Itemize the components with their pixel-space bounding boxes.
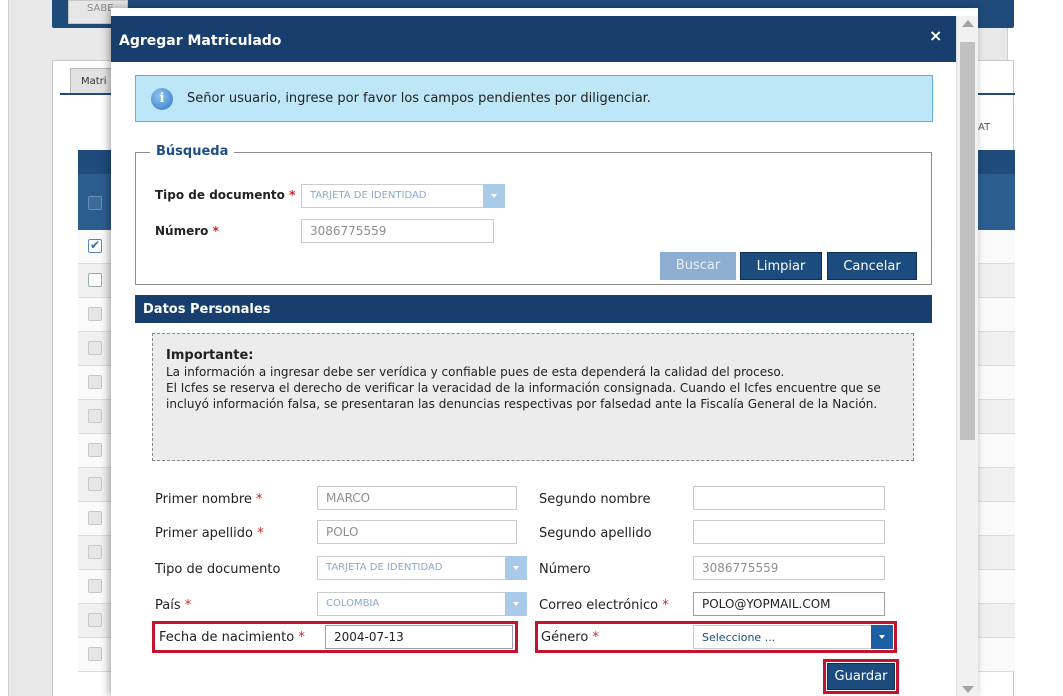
row-checkbox[interactable] bbox=[88, 341, 102, 355]
row-checkbox[interactable] bbox=[88, 375, 102, 389]
country-label: País * bbox=[155, 598, 191, 613]
first-name-input[interactable]: MARCO bbox=[317, 486, 517, 510]
required-mark: * bbox=[256, 492, 263, 507]
row-checkbox[interactable] bbox=[88, 545, 102, 559]
gender-label: Género * bbox=[541, 630, 599, 645]
required-mark: * bbox=[298, 630, 305, 645]
gender-value: Seleccione ... bbox=[702, 631, 776, 644]
row-checkbox[interactable] bbox=[88, 647, 102, 661]
email-input[interactable]: POLO@YOPMAIL.COM bbox=[693, 592, 885, 616]
info-icon: i bbox=[151, 88, 173, 110]
notice-line-2: El Icfes se reserva el derecho de verifi… bbox=[166, 381, 881, 411]
modal-title: Agregar Matriculado bbox=[119, 33, 282, 49]
background-side-text: AT bbox=[978, 122, 991, 133]
personal-data-header: Datos Personales bbox=[135, 295, 932, 323]
chevron-down-icon[interactable] bbox=[505, 592, 527, 616]
clear-button[interactable]: Limpiar bbox=[740, 252, 822, 280]
search-doc-type-select[interactable]: TARJETA DE IDENTIDAD bbox=[301, 184, 505, 208]
notice-line-1: La información a ingresar debe ser veríd… bbox=[166, 365, 785, 379]
search-number-label-text: Número bbox=[155, 224, 209, 238]
info-banner-text: Señor usuario, ingrese por favor los cam… bbox=[187, 91, 651, 106]
doc-type-value: TARJETA DE IDENTIDAD bbox=[326, 562, 443, 573]
row-checkbox[interactable] bbox=[88, 477, 102, 491]
birth-date-label: Fecha de nacimiento * bbox=[159, 630, 305, 645]
first-name-label: Primer nombre * bbox=[155, 492, 263, 507]
row-checkbox[interactable] bbox=[88, 273, 102, 287]
required-mark: * bbox=[184, 598, 192, 613]
cancel-button[interactable]: Cancelar bbox=[827, 252, 917, 280]
gender-select[interactable]: Seleccione ... bbox=[693, 625, 893, 649]
select-all-checkbox[interactable] bbox=[88, 196, 102, 210]
add-enrollee-modal: Agregar Matriculado × i Señor usuario, i… bbox=[111, 8, 978, 696]
birth-date-label-text: Fecha de nacimiento bbox=[159, 630, 295, 645]
search-doc-type-label-text: Tipo de documento bbox=[155, 188, 285, 202]
notice-title: Importante: bbox=[166, 348, 254, 363]
doc-type-label: Tipo de documento bbox=[155, 562, 281, 577]
first-surname-label: Primer apellido * bbox=[155, 526, 264, 541]
gender-label-text: Género bbox=[541, 630, 589, 645]
second-surname-label: Segundo apellido bbox=[539, 526, 652, 541]
second-name-input[interactable] bbox=[693, 486, 885, 510]
close-icon[interactable]: × bbox=[929, 26, 942, 45]
second-name-label: Segundo nombre bbox=[539, 492, 651, 507]
row-checkbox[interactable] bbox=[88, 307, 102, 321]
chevron-down-icon[interactable] bbox=[871, 625, 893, 649]
birth-date-input[interactable]: 2004-07-13 bbox=[325, 625, 513, 649]
search-number-input[interactable]: 3086775559 bbox=[301, 219, 494, 243]
save-button[interactable]: Guardar bbox=[827, 663, 895, 690]
doc-type-select[interactable]: TARJETA DE IDENTIDAD bbox=[317, 556, 527, 580]
second-surname-input[interactable] bbox=[693, 520, 885, 544]
row-checkbox[interactable] bbox=[88, 579, 102, 593]
search-doc-type-value: TARJETA DE IDENTIDAD bbox=[310, 190, 427, 201]
search-legend: Búsqueda bbox=[150, 144, 235, 159]
country-label-text: País bbox=[155, 598, 181, 613]
scroll-down-arrow-icon[interactable] bbox=[962, 686, 974, 693]
required-mark: * bbox=[289, 188, 296, 202]
search-number-label: Número * bbox=[155, 224, 219, 238]
info-banner: i Señor usuario, ingrese por favor los c… bbox=[135, 75, 933, 122]
first-surname-label-text: Primer apellido bbox=[155, 526, 253, 541]
important-notice: Importante: La información a ingresar de… bbox=[152, 333, 914, 461]
modal-top-strip bbox=[111, 8, 978, 16]
number-label: Número bbox=[539, 562, 591, 577]
country-select[interactable]: COLOMBIA bbox=[317, 592, 527, 616]
search-button[interactable]: Buscar bbox=[660, 252, 736, 280]
modal-scrollbar[interactable] bbox=[956, 16, 978, 696]
number-input[interactable]: 3086775559 bbox=[693, 556, 885, 580]
row-checkbox[interactable] bbox=[88, 409, 102, 423]
country-value: COLOMBIA bbox=[326, 598, 380, 609]
search-fieldset: Búsqueda Tipo de documento * TARJETA DE … bbox=[135, 144, 932, 285]
chevron-down-icon[interactable] bbox=[505, 556, 527, 580]
first-name-label-text: Primer nombre bbox=[155, 492, 252, 507]
row-checkbox[interactable] bbox=[88, 443, 102, 457]
search-doc-type-label: Tipo de documento * bbox=[155, 188, 295, 202]
required-mark: * bbox=[212, 224, 219, 238]
first-surname-input[interactable]: POLO bbox=[317, 520, 517, 544]
required-mark: * bbox=[592, 630, 599, 645]
row-checkbox[interactable] bbox=[88, 613, 102, 627]
chevron-down-icon[interactable] bbox=[483, 184, 505, 208]
email-label-text: Correo electrónico bbox=[539, 598, 659, 613]
email-label: Correo electrónico * bbox=[539, 598, 669, 613]
scroll-up-arrow-icon[interactable] bbox=[962, 20, 974, 27]
row-checkbox[interactable] bbox=[88, 238, 102, 253]
modal-header: Agregar Matriculado × bbox=[111, 16, 956, 62]
scrollbar-thumb[interactable] bbox=[960, 42, 975, 440]
required-mark: * bbox=[257, 526, 264, 541]
row-checkbox[interactable] bbox=[88, 511, 102, 525]
required-mark: * bbox=[662, 598, 669, 613]
